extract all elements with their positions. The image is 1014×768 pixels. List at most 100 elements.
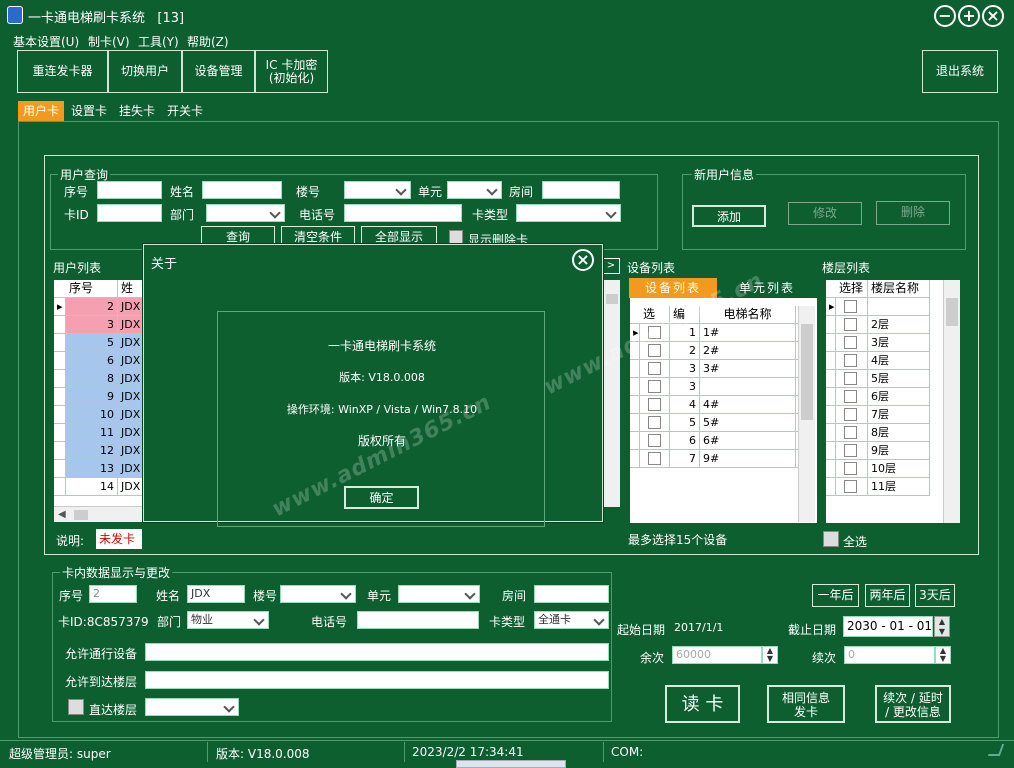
end-date-spinner-icon[interactable]: ▲ ▼ xyxy=(934,616,950,637)
card-type-select2[interactable]: 全通卡 xyxy=(534,611,609,629)
floor-checkbox[interactable] xyxy=(844,372,857,385)
floor-checkbox[interactable] xyxy=(844,336,857,349)
card-seq-input[interactable]: 2 xyxy=(89,585,137,603)
one-year-button[interactable]: 一年后 xyxy=(812,584,859,607)
user-table-row[interactable]: 12 JDX xyxy=(54,442,144,460)
device-checkbox[interactable] xyxy=(648,416,661,429)
floor-checkbox[interactable] xyxy=(844,354,857,367)
exit-button[interactable]: 退出系统 xyxy=(922,50,998,93)
floor-checkbox[interactable] xyxy=(844,462,857,475)
same-info-button[interactable]: 相同信息 发卡 xyxy=(767,685,845,723)
floor-row-select[interactable] xyxy=(836,370,868,387)
allow-floor-input[interactable] xyxy=(145,671,609,689)
allow-device-input[interactable] xyxy=(145,643,609,661)
card-building-select[interactable] xyxy=(280,585,356,603)
device-row-select[interactable] xyxy=(640,360,670,377)
card-type-select[interactable] xyxy=(516,204,621,222)
reconnect-button[interactable]: 重连发卡器 xyxy=(17,50,108,93)
floor-checkbox[interactable] xyxy=(844,480,857,493)
show-deleted-checkbox[interactable] xyxy=(449,230,463,244)
floor-row-select[interactable] xyxy=(836,478,868,495)
user-table-row[interactable]: 5 JDX xyxy=(54,334,144,352)
renew-update-button[interactable]: 续次 / 延时 / 更改信息 xyxy=(875,685,951,723)
delete-button[interactable]: 删除 xyxy=(876,201,950,225)
name-input[interactable] xyxy=(202,181,282,199)
floor-table-row[interactable]: 4层 xyxy=(826,352,930,370)
floor-row-select[interactable] xyxy=(836,442,868,459)
floor-vscrollbar[interactable] xyxy=(943,280,960,523)
floor-row-select[interactable] xyxy=(836,298,868,315)
floor-table-row[interactable]: 9层 xyxy=(826,442,930,460)
floor-checkbox[interactable] xyxy=(844,444,857,457)
device-checkbox[interactable] xyxy=(648,398,661,411)
floor-vscroll-thumb[interactable] xyxy=(946,298,958,326)
device-row-select[interactable] xyxy=(640,432,670,449)
user-table-row[interactable]: 3 JDX xyxy=(54,316,144,334)
close-icon[interactable]: × xyxy=(982,5,1004,27)
user-table-row[interactable]: 6 JDX xyxy=(54,352,144,370)
next-arrow-button[interactable]: > xyxy=(602,258,620,274)
floor-checkbox[interactable] xyxy=(844,426,857,439)
select-all-checkbox[interactable] xyxy=(823,531,839,547)
floor-table-row[interactable]: 2层 xyxy=(826,316,930,334)
card-phone-input[interactable] xyxy=(357,611,479,629)
renew-input[interactable]: 0 xyxy=(844,646,935,664)
user-table-row[interactable]: 11 JDX xyxy=(54,424,144,442)
card-id-input[interactable] xyxy=(97,204,162,222)
middle-vscrollbar[interactable] xyxy=(602,280,620,507)
floor-table-row[interactable]: 11层 xyxy=(826,478,930,496)
modify-button[interactable]: 修改 xyxy=(788,202,862,225)
device-row-select[interactable] xyxy=(640,378,670,395)
floor-table-row[interactable]: 8层 xyxy=(826,424,930,442)
card-room-input[interactable] xyxy=(534,585,609,603)
device-row-select[interactable] xyxy=(640,450,670,467)
unit-select[interactable] xyxy=(447,181,502,199)
floor-table-row[interactable]: 7层 xyxy=(826,406,930,424)
floor-row-select[interactable] xyxy=(836,424,868,441)
device-vscroll-thumb[interactable] xyxy=(801,324,813,420)
user-table-row[interactable]: 13 JDX xyxy=(54,460,144,478)
renew-spinner-icon[interactable]: ▲ ▼ xyxy=(935,646,951,664)
read-card-button[interactable]: 读 卡 xyxy=(665,685,740,723)
three-day-button[interactable]: 3天后 xyxy=(915,584,955,607)
tab-lost-card[interactable]: 挂失卡 xyxy=(114,101,160,121)
device-table-row[interactable]: 3 3# xyxy=(630,360,798,378)
device-vscrollbar[interactable] xyxy=(798,306,815,522)
floor-checkbox[interactable] xyxy=(844,318,857,331)
remain-input[interactable]: 60000 xyxy=(672,646,762,664)
seq-input[interactable] xyxy=(97,181,162,199)
tab-setting-card[interactable]: 设置卡 xyxy=(66,101,112,121)
floor-table-row[interactable]: 3层 xyxy=(826,334,930,352)
device-checkbox[interactable] xyxy=(648,380,661,393)
device-table-row[interactable]: 7 9# xyxy=(630,450,798,468)
device-table-row[interactable]: 5 5# xyxy=(630,414,798,432)
hscroll-thumb[interactable] xyxy=(74,510,88,520)
device-management-button[interactable]: 设备管理 xyxy=(182,50,255,93)
direct-floor-select[interactable] xyxy=(145,698,239,716)
device-row-select[interactable] xyxy=(640,414,670,431)
maximize-icon[interactable]: + xyxy=(958,5,980,27)
add-button[interactable]: 添加 xyxy=(692,205,766,227)
card-name-input[interactable]: JDX xyxy=(187,585,245,603)
user-list-hscrollbar[interactable]: ◀ xyxy=(54,506,144,522)
scroll-left-icon[interactable]: ◀ xyxy=(58,509,66,520)
device-checkbox[interactable] xyxy=(648,362,661,375)
menu-make-card[interactable]: 制卡(V) xyxy=(88,33,130,50)
floor-row-select[interactable] xyxy=(836,316,868,333)
user-table-row[interactable]: 14 JDX xyxy=(54,478,144,496)
tab-user-card[interactable]: 用户卡 xyxy=(18,101,65,121)
phone-input[interactable] xyxy=(344,204,462,222)
floor-table-row[interactable]: 10层 xyxy=(826,460,930,478)
vscroll-thumb[interactable] xyxy=(606,294,618,304)
user-table-row[interactable]: 8 JDX xyxy=(54,370,144,388)
floor-table-row[interactable]: 5层 xyxy=(826,370,930,388)
menu-basic-settings[interactable]: 基本设置(U) xyxy=(13,33,79,50)
device-table-row[interactable]: 6 6# xyxy=(630,432,798,450)
device-table-row[interactable]: 3 xyxy=(630,378,798,396)
about-close-icon[interactable]: × xyxy=(572,249,594,271)
tab-switch-card[interactable]: 开关卡 xyxy=(162,101,208,121)
floor-checkbox[interactable] xyxy=(844,300,857,313)
remain-spinner-icon[interactable]: ▲ ▼ xyxy=(762,646,778,664)
menu-tools[interactable]: 工具(Y) xyxy=(138,33,179,50)
about-ok-button[interactable]: 确定 xyxy=(344,486,419,509)
